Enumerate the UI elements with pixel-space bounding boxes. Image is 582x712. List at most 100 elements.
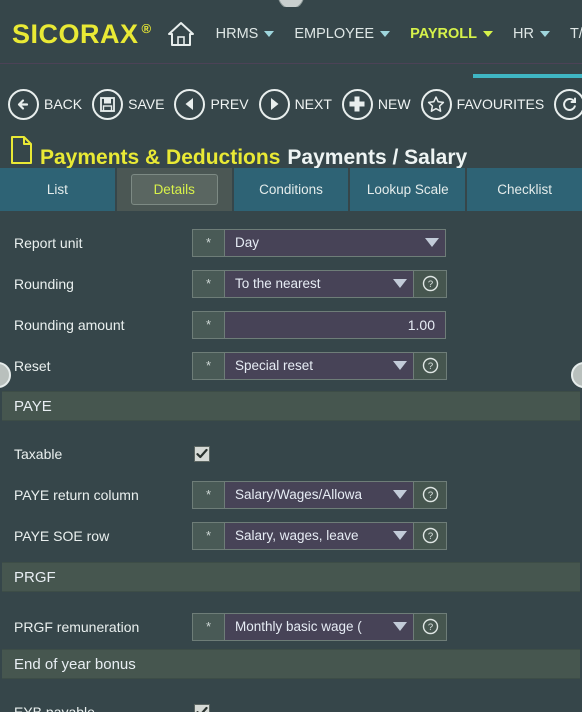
rounding-amount-input[interactable]: 1.00 xyxy=(224,310,446,339)
chevron-down-icon xyxy=(380,31,391,37)
rounding-select[interactable]: To the nearest xyxy=(224,269,414,298)
tab-checklist[interactable]: Checklist xyxy=(467,168,582,211)
page-title-bar: Payments & Deductions Payments / Salary xyxy=(0,134,582,168)
required-marker: * xyxy=(192,310,224,339)
nav-item-ta[interactable]: T/A xyxy=(570,26,582,42)
prgf-remuneration-control: * Monthly basic wage ( ? xyxy=(192,612,447,641)
check-icon xyxy=(196,448,208,458)
prgf-remuneration-label: PRGF remuneration xyxy=(14,618,140,635)
breadcrumb: Payments / Salary xyxy=(287,146,468,168)
star-icon xyxy=(420,88,452,120)
question-mark-icon: ? xyxy=(422,275,438,292)
question-mark-icon: ? xyxy=(422,527,438,544)
save-button-label: SAVE xyxy=(128,96,165,112)
prgf-remuneration-select[interactable]: Monthly basic wage ( xyxy=(224,612,414,641)
rounding-amount-label: Rounding amount xyxy=(14,316,125,333)
save-button[interactable]: SAVE xyxy=(92,88,165,120)
reset-help-button[interactable]: ? xyxy=(414,351,447,380)
reset-control: * Special reset ? xyxy=(192,351,447,380)
window-top-bar xyxy=(0,0,582,9)
tab-list[interactable]: List xyxy=(0,168,117,211)
report-unit-select[interactable]: Day xyxy=(224,228,446,257)
rounding-value: To the nearest xyxy=(235,276,321,291)
nav-label: EMPLOYEE xyxy=(294,26,375,42)
reset-value: Special reset xyxy=(235,358,314,373)
question-mark-icon: ? xyxy=(422,486,438,503)
reset-select[interactable]: Special reset xyxy=(224,351,414,380)
tab-label: Lookup Scale xyxy=(366,182,449,197)
tab-conditions[interactable]: Conditions xyxy=(234,168,351,211)
favourites-button[interactable]: FAVOURITES xyxy=(420,88,545,120)
taxable-label: Taxable xyxy=(14,445,63,462)
tab-label: Checklist xyxy=(497,182,552,197)
paye-soe-row-select[interactable]: Salary, wages, leave xyxy=(224,521,414,550)
svg-text:?: ? xyxy=(427,490,432,501)
floppy-disk-icon xyxy=(92,88,124,120)
prev-button-label: PREV xyxy=(210,96,249,112)
eyb-payable-checkbox[interactable] xyxy=(194,703,210,712)
paye-return-column-label: PAYE return column xyxy=(14,486,139,503)
section-title: End of year bonus xyxy=(14,655,136,673)
required-marker: * xyxy=(192,269,224,298)
field-row-paye-soe-row: PAYE SOE row * Salary, wages, leave ? xyxy=(0,515,582,556)
brand-registered-mark: ® xyxy=(141,20,152,36)
document-icon xyxy=(10,135,34,168)
chevron-down-icon xyxy=(393,622,407,631)
field-row-paye-return-column: PAYE return column * Salary/Wages/Allowa… xyxy=(0,474,582,515)
nav-label: HR xyxy=(512,26,534,42)
question-mark-icon: ? xyxy=(422,357,438,374)
tab-details[interactable]: Details xyxy=(116,168,234,211)
nav-item-payroll[interactable]: PAYROLL xyxy=(410,26,493,42)
chevron-down-icon xyxy=(482,31,493,37)
chevron-down-icon xyxy=(425,238,439,247)
nav-label: PAYROLL xyxy=(410,26,477,42)
back-button-label: BACK xyxy=(44,96,83,112)
chevron-down-icon xyxy=(393,279,407,288)
check-icon xyxy=(196,706,208,712)
field-row-reset: Reset * Special reset ? xyxy=(0,345,582,386)
report-unit-value: Day xyxy=(235,235,260,250)
brand-logo[interactable]: SICORAX ® xyxy=(12,18,152,49)
paye-soe-row-control: * Salary, wages, leave ? xyxy=(192,521,447,550)
nav-item-employee[interactable]: EMPLOYEE xyxy=(294,26,391,42)
triangle-right-icon xyxy=(258,88,290,120)
nav-item-hrms[interactable]: HRMS xyxy=(216,26,275,42)
paye-soe-row-label: PAYE SOE row xyxy=(14,527,110,544)
section-title: PRGF xyxy=(14,568,56,586)
tab-bar: List Details Conditions Lookup Scale Che… xyxy=(0,168,582,211)
field-row-eyb-payable: EYB payable xyxy=(0,691,582,712)
tab-lookup-scale[interactable]: Lookup Scale xyxy=(350,168,468,211)
application-window: SICORAX® HRMS EMPLOYEE PAYROLL HR T/A xyxy=(0,0,582,712)
plus-icon xyxy=(341,88,373,120)
home-icon[interactable] xyxy=(166,20,196,48)
required-marker: * xyxy=(192,612,224,641)
paye-return-column-value: Salary/Wages/Allowa xyxy=(235,487,363,502)
question-mark-icon: ? xyxy=(422,618,438,635)
eyb-payable-label: EYB payable xyxy=(14,703,95,712)
nav-label: T/A xyxy=(569,26,582,42)
chevron-down-icon xyxy=(393,361,407,370)
details-form: Report unit * Day Rounding * To the near… xyxy=(0,214,582,712)
taxable-checkbox[interactable] xyxy=(194,445,210,462)
tab-label: List xyxy=(46,182,68,197)
brand-name: SICORAX xyxy=(12,18,139,49)
prgf-remuneration-help-button[interactable]: ? xyxy=(414,612,447,641)
paye-return-column-select[interactable]: Salary/Wages/Allowa xyxy=(224,480,414,509)
new-button[interactable]: NEW xyxy=(341,88,411,120)
nav-item-hr[interactable]: HR xyxy=(513,26,550,42)
next-button-label: NEXT xyxy=(294,96,332,112)
svg-text:?: ? xyxy=(427,361,432,372)
svg-text:?: ? xyxy=(427,622,432,633)
favourites-button-label: FAVOURITES xyxy=(456,96,545,112)
refresh-button[interactable] xyxy=(554,88,582,120)
rounding-help-button[interactable]: ? xyxy=(414,269,447,298)
paye-return-column-help-button[interactable]: ? xyxy=(414,480,447,509)
paye-soe-row-help-button[interactable]: ? xyxy=(414,521,447,550)
next-button[interactable]: NEXT xyxy=(258,88,332,120)
back-button[interactable]: BACK xyxy=(8,88,83,120)
section-title: PAYE xyxy=(14,397,52,415)
prev-button[interactable]: PREV xyxy=(174,88,249,120)
svg-text:?: ? xyxy=(427,279,432,290)
new-button-label: NEW xyxy=(377,96,411,112)
rounding-control: * To the nearest ? xyxy=(192,269,447,298)
